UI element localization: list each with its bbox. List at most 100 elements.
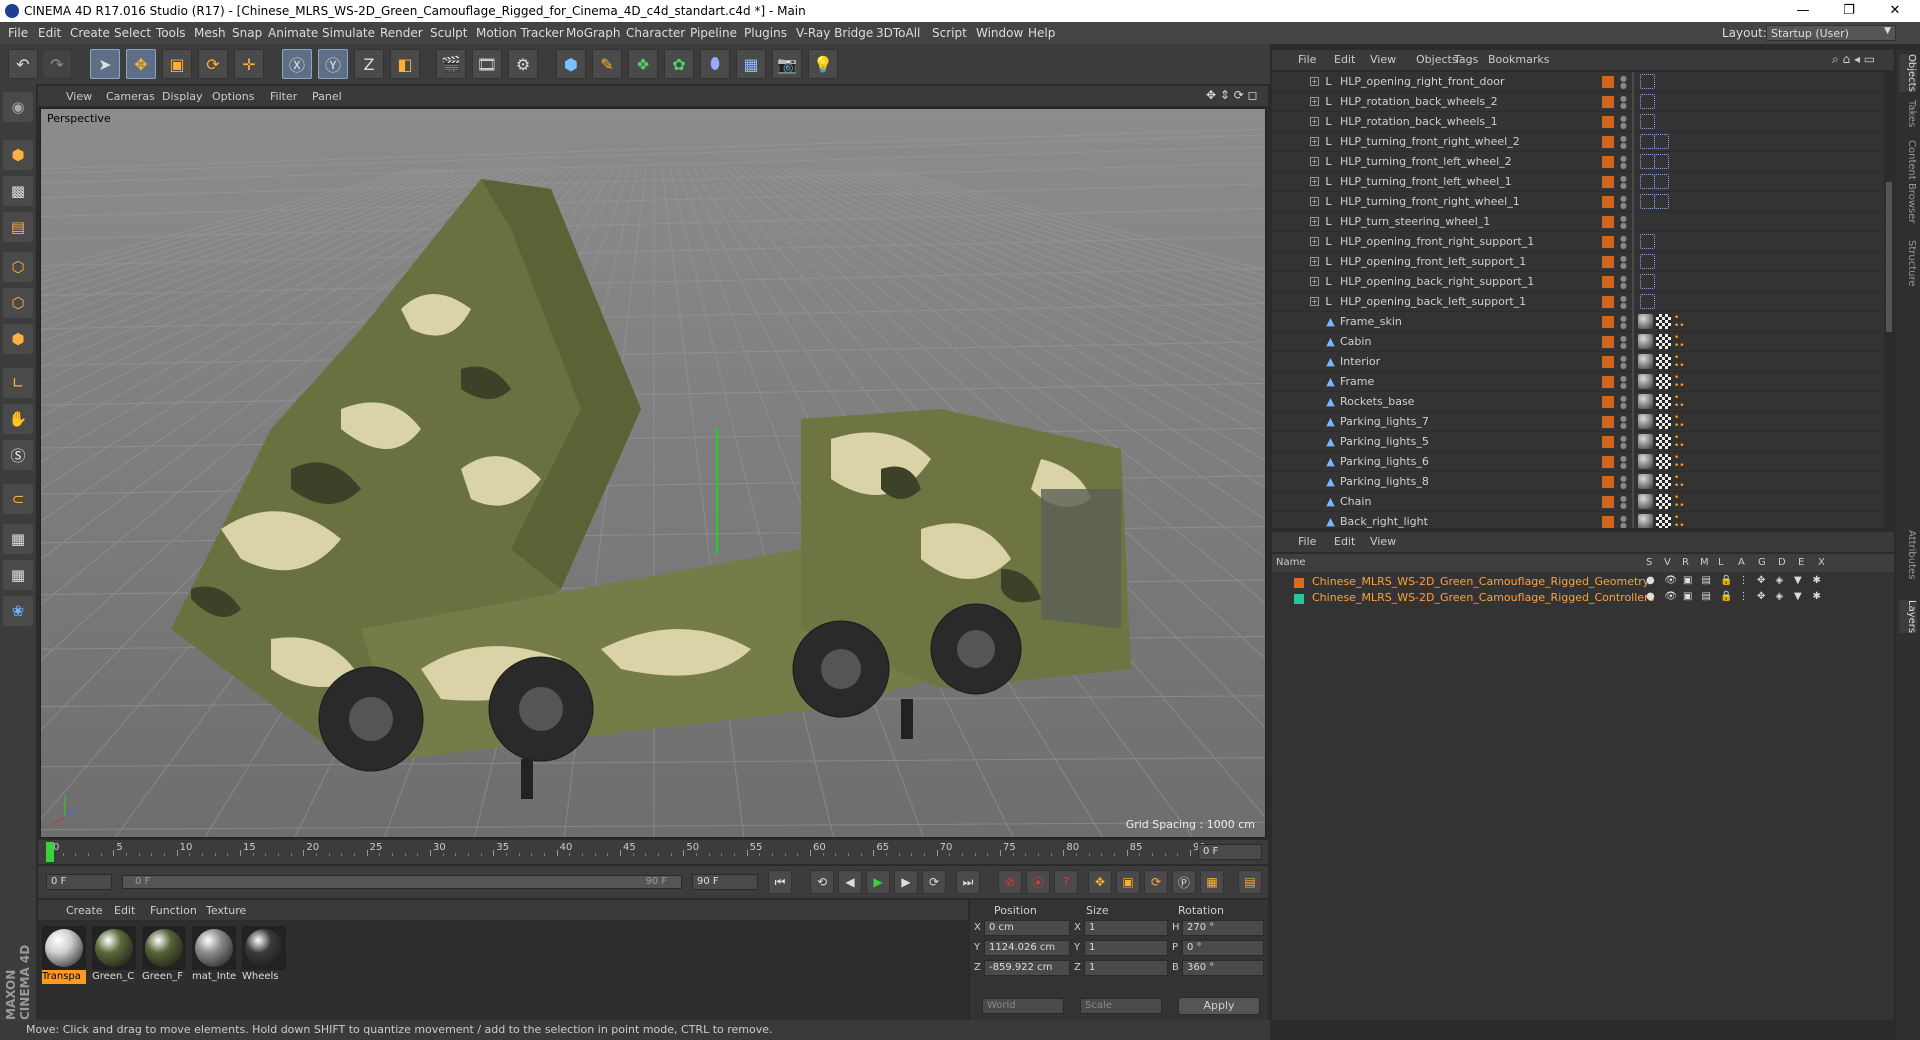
menu-mograph[interactable]: MoGraph <box>566 26 621 40</box>
object-row[interactable]: + ᒪ HLP_turning_front_right_wheel_2 ● ● <box>1272 132 1894 152</box>
x-axis-lock-icon[interactable]: Ⓧ <box>282 49 312 79</box>
axis-mode-icon[interactable]: ∟ <box>3 368 33 398</box>
locked-workplane-icon[interactable]: ▦ <box>3 560 33 590</box>
phong-tag-icon[interactable]: • •• <box>1674 314 1689 331</box>
ik-tag-icon[interactable] <box>1640 114 1655 129</box>
phong-tag-icon[interactable]: • •• <box>1674 334 1689 351</box>
layer-header-name[interactable]: Name <box>1276 557 1306 568</box>
ik-tag-icon[interactable] <box>1640 94 1655 109</box>
visibility-dots-icon[interactable]: ● ● <box>1620 195 1627 210</box>
object-row[interactable]: + ᒪ HLP_turning_front_left_wheel_2 ● ● <box>1272 152 1894 172</box>
layer-animation-icon[interactable]: ⋮ <box>1739 591 1749 602</box>
uvw-tag-icon[interactable] <box>1656 314 1671 329</box>
layer-menu-view[interactable]: View <box>1370 535 1396 548</box>
key-parameter-icon[interactable]: Ⓟ <box>1172 870 1196 894</box>
material-menu-edit[interactable]: Edit <box>114 904 135 917</box>
menu-file[interactable]: File <box>8 26 28 40</box>
key-scale-icon[interactable]: ▣ <box>1116 870 1140 894</box>
layer-header-d[interactable]: D <box>1778 557 1786 568</box>
visibility-dots-icon[interactable]: ● ● <box>1620 515 1627 529</box>
object-row[interactable]: + ᒪ HLP_opening_front_left_support_1 ● ● <box>1272 252 1894 272</box>
frame-range-slider[interactable]: 0 F 90 F <box>122 875 682 889</box>
layer-color-icon[interactable] <box>1602 76 1614 88</box>
uvw-tag-icon[interactable] <box>1656 434 1671 449</box>
minimize-button[interactable]: — <box>1780 0 1826 22</box>
material-tag-icon[interactable] <box>1638 494 1653 509</box>
layer-header-e[interactable]: E <box>1798 557 1804 568</box>
layer-manager-icon[interactable]: ▤ <box>1702 591 1711 602</box>
layer-menu-edit[interactable]: Edit <box>1334 535 1355 548</box>
material-menu-function[interactable]: Function <box>150 904 197 917</box>
tab-layers[interactable]: Layers <box>1899 600 1917 634</box>
layer-color-icon[interactable] <box>1602 176 1614 188</box>
timeline-window-icon[interactable]: ▤ <box>1238 870 1262 894</box>
ik-tag-icon[interactable] <box>1640 74 1655 89</box>
visibility-dots-icon[interactable]: ● ● <box>1620 475 1627 490</box>
texture-mode-icon[interactable]: ▩ <box>3 176 33 206</box>
rotation-p-field[interactable]: 0 ° <box>1182 940 1264 956</box>
uvw-tag-icon[interactable] <box>1656 454 1671 469</box>
menu-simulate[interactable]: Simulate <box>322 26 375 40</box>
record-icon[interactable]: ⊘ <box>998 870 1022 894</box>
model-mode-icon[interactable]: ⬢ <box>3 140 33 170</box>
object-row[interactable]: ▲ Rockets_base ● ● • •• <box>1272 392 1894 412</box>
menu-animate[interactable]: Animate <box>268 26 318 40</box>
ik-tag-icon[interactable] <box>1654 174 1669 189</box>
magnet-icon[interactable]: ⊂ <box>3 484 33 514</box>
object-row[interactable]: ▲ Parking_lights_7 ● ● • •• <box>1272 412 1894 432</box>
phong-tag-icon[interactable]: • •• <box>1674 394 1689 411</box>
expand-toggle-icon[interactable]: + <box>1310 77 1319 86</box>
layer-header-s[interactable]: S <box>1646 557 1652 568</box>
menu-tools[interactable]: Tools <box>156 26 186 40</box>
ik-tag-icon[interactable] <box>1654 154 1669 169</box>
viewport-menu-cameras[interactable]: Cameras <box>106 90 155 103</box>
object-row[interactable]: + ᒪ HLP_opening_front_right_support_1 ● ● <box>1272 232 1894 252</box>
playhead[interactable] <box>46 842 54 862</box>
layer-expressions-icon[interactable]: ▼ <box>1794 591 1802 602</box>
visibility-dots-icon[interactable]: ● ● <box>1620 235 1627 250</box>
visibility-dots-icon[interactable]: ● ● <box>1620 175 1627 190</box>
layer-manager-icon[interactable]: ▤ <box>1702 575 1711 586</box>
visibility-dots-icon[interactable]: ● ● <box>1620 395 1627 410</box>
material-tag-icon[interactable] <box>1638 334 1653 349</box>
visibility-dots-icon[interactable]: ● ● <box>1620 355 1627 370</box>
deformer-icon[interactable]: ⬮ <box>700 49 730 79</box>
layer-header-l[interactable]: L <box>1718 557 1724 568</box>
menu-mesh[interactable]: Mesh <box>194 26 226 40</box>
size-x-field[interactable]: 1 <box>1084 920 1168 936</box>
layer-solo-icon[interactable]: ● <box>1646 575 1655 586</box>
layer-color-icon[interactable] <box>1602 356 1614 368</box>
expand-toggle-icon[interactable]: + <box>1310 257 1319 266</box>
cloner-icon[interactable]: ✿ <box>664 49 694 79</box>
viewport-navigation-icon[interactable]: ✥ ⇕ ⟳ ◻ <box>1206 88 1258 102</box>
layer-color-icon[interactable] <box>1602 376 1614 388</box>
object-row[interactable]: ▲ Back_right_light ● ● • •• <box>1272 512 1894 528</box>
menu-window[interactable]: Window <box>976 26 1023 40</box>
object-menu-file[interactable]: File <box>1298 53 1316 66</box>
phong-tag-icon[interactable]: • •• <box>1674 354 1689 371</box>
phong-tag-icon[interactable]: • •• <box>1674 374 1689 391</box>
tab-content-browser[interactable]: Content Browser <box>1899 140 1917 223</box>
edges-mode-icon[interactable]: ⬡ <box>3 288 33 318</box>
menu-edit[interactable]: Edit <box>38 26 61 40</box>
redo-icon[interactable]: ↷ <box>42 49 72 79</box>
object-list[interactable]: + ᒪ HLP_opening_right_front_door ● ● + ᒪ HLP_ro… <box>1272 72 1894 528</box>
layer-render-icon[interactable]: ▣ <box>1683 575 1692 586</box>
visibility-dots-icon[interactable]: ● ● <box>1620 275 1627 290</box>
menu-script[interactable]: Script <box>932 26 967 40</box>
layer-generators-icon[interactable]: ✥ <box>1757 591 1765 602</box>
layer-header-m[interactable]: M <box>1700 557 1709 568</box>
object-menu-view[interactable]: View <box>1370 53 1396 66</box>
z-axis-lock-icon[interactable]: Z <box>354 49 384 79</box>
tab-structure[interactable]: Structure <box>1899 240 1917 287</box>
ik-tag-icon[interactable] <box>1640 254 1655 269</box>
layer-animation-icon[interactable]: ⋮ <box>1739 575 1749 586</box>
visibility-dots-icon[interactable]: ● ● <box>1620 255 1627 270</box>
coordinate-system-dropdown[interactable]: World <box>982 998 1064 1014</box>
ik-tag-icon[interactable] <box>1654 194 1669 209</box>
auto-key-icon[interactable]: ⦿ <box>1026 870 1050 894</box>
points-mode-icon[interactable]: ⬡ <box>3 252 33 282</box>
ik-tag-icon[interactable] <box>1640 274 1655 289</box>
ik-tag-icon[interactable] <box>1640 234 1655 249</box>
viewport-menu-filter[interactable]: Filter <box>270 90 297 103</box>
